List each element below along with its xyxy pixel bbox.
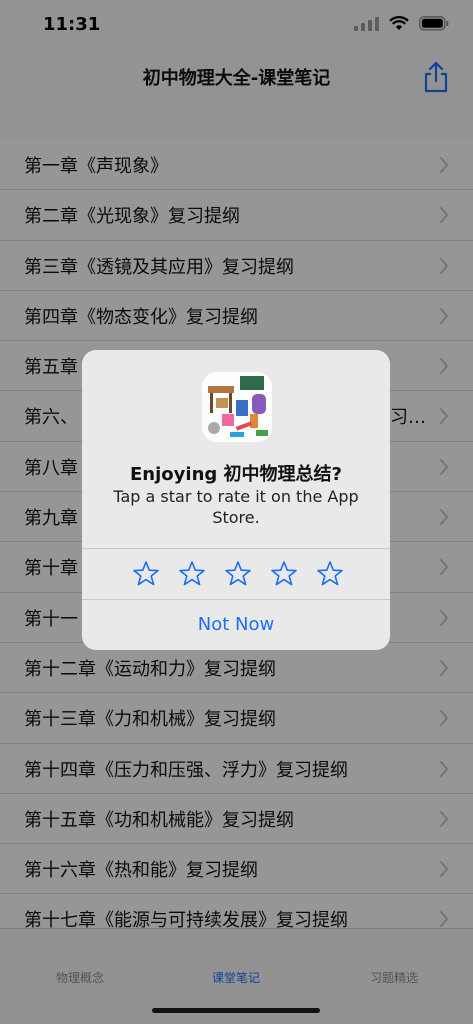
- star-icon[interactable]: [132, 560, 160, 588]
- app-icon: [202, 372, 272, 442]
- alert-message: Tap a star to rate it on the App Store.: [113, 487, 359, 527]
- star-icon[interactable]: [270, 560, 298, 588]
- home-indicator: [152, 1008, 320, 1013]
- app-screen: 11:31 初中物理大全-课堂笔记 第一章《声现象》 第二章《光现象》复习提纲 …: [0, 0, 473, 1024]
- star-icon[interactable]: [178, 560, 206, 588]
- star-rating: [82, 550, 390, 598]
- alert-title: Enjoying 初中物理总结?: [130, 464, 342, 485]
- alert-divider: [82, 548, 390, 549]
- star-icon[interactable]: [224, 560, 252, 588]
- not-now-button[interactable]: Not Now: [82, 600, 390, 650]
- rating-alert: Enjoying 初中物理总结? Tap a star to rate it o…: [82, 350, 390, 650]
- star-icon[interactable]: [316, 560, 344, 588]
